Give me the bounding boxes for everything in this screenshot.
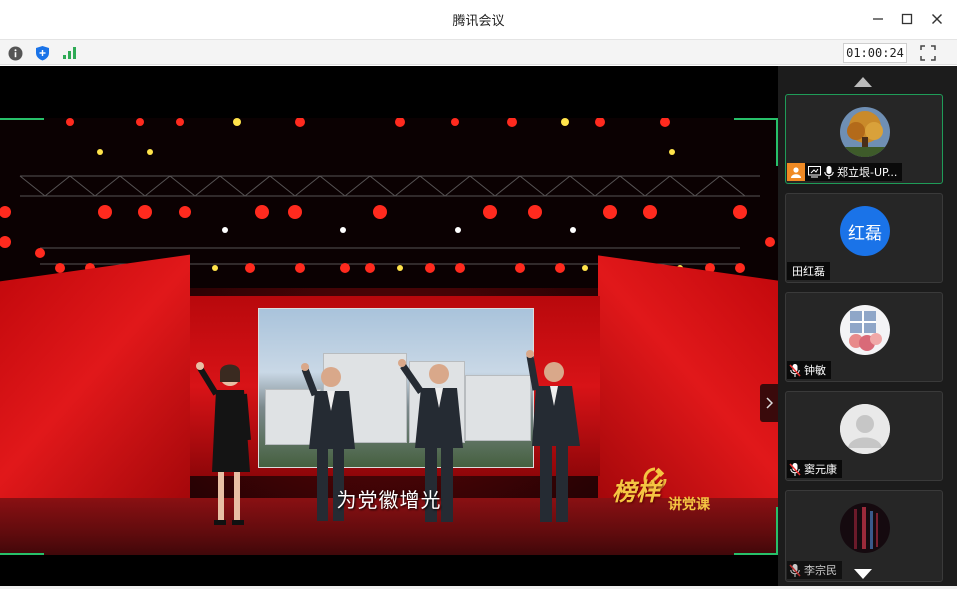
signal-icon[interactable] <box>60 43 80 63</box>
dark-photo-avatar <box>840 503 890 553</box>
participant-nametag: 田红磊 <box>787 262 830 280</box>
triangle-down-icon <box>854 569 872 579</box>
fullscreen-icon <box>920 45 936 61</box>
scroll-up-button[interactable] <box>854 74 872 92</box>
maximize-icon <box>901 13 913 25</box>
avatar <box>840 503 890 553</box>
scroll-down-button[interactable] <box>854 566 872 584</box>
mic-muted-icon <box>789 363 801 377</box>
collapse-panel-button[interactable] <box>760 384 778 422</box>
default-user-avatar <box>840 404 890 454</box>
chevron-right-icon <box>766 397 773 409</box>
triangle-up-icon <box>854 77 872 87</box>
participant-tile[interactable]: 红磊 田红磊 <box>785 193 943 283</box>
mic-icon <box>824 165 834 179</box>
participant-nametag: 窦元康 <box>787 460 842 478</box>
mic-muted-icon <box>789 462 801 476</box>
info-icon[interactable] <box>5 43 25 63</box>
maximize-button[interactable] <box>894 7 920 31</box>
close-icon <box>932 14 942 24</box>
screen-share-icon <box>808 166 821 178</box>
flowers-photo-avatar <box>840 305 890 355</box>
logo-subtitle: 讲党课 <box>668 497 710 513</box>
avatar <box>840 107 890 157</box>
avatar-initials: 红磊 <box>848 223 882 244</box>
participant-name: 田红磊 <box>792 265 825 278</box>
meeting-timer: 01:00:24 <box>843 43 907 63</box>
participant-name: 李宗民 <box>804 564 837 577</box>
window-title: 腾讯会议 <box>452 13 505 28</box>
video-stream: 为党徽增光 榜样 讲党课 <box>0 118 778 555</box>
avatar: 红磊 <box>840 206 890 256</box>
shield-icon[interactable] <box>32 43 52 63</box>
participant-name: 窦元康 <box>804 463 837 476</box>
minimize-icon <box>873 18 883 20</box>
meeting-toolbar: 01:00:24 <box>0 39 957 65</box>
participant-nametag: 李宗民 <box>787 561 842 579</box>
participant-tile[interactable]: 郑立垠-UP... <box>785 94 943 184</box>
participant-nametag: 郑立垠-UP... <box>787 163 903 181</box>
host-icon <box>787 163 805 181</box>
avatar <box>840 305 890 355</box>
stage-lights <box>0 118 778 288</box>
participant-tile[interactable]: 钟敏 <box>785 292 943 382</box>
participant-name: 钟敏 <box>804 364 826 377</box>
avatar <box>840 404 890 454</box>
program-logo: 榜样 讲党课 <box>612 466 732 526</box>
fullscreen-button[interactable] <box>918 43 938 63</box>
title-bar: 腾讯会议 <box>0 0 957 38</box>
mic-muted-icon <box>789 563 801 577</box>
participant-panel: 郑立垠-UP... 红磊 田红磊 钟敏 窦元康 李宗民 <box>778 66 957 586</box>
shared-screen-area: 为党徽增光 榜样 讲党课 <box>0 66 778 586</box>
logo-title: 榜样 <box>612 477 660 506</box>
participant-name: 郑立垠-UP... <box>837 166 898 179</box>
participant-nametag: 钟敏 <box>787 361 831 379</box>
close-button[interactable] <box>924 7 950 31</box>
participant-tile[interactable]: 窦元康 <box>785 391 943 481</box>
tree-photo-avatar <box>840 107 890 157</box>
minimize-button[interactable] <box>865 7 891 31</box>
